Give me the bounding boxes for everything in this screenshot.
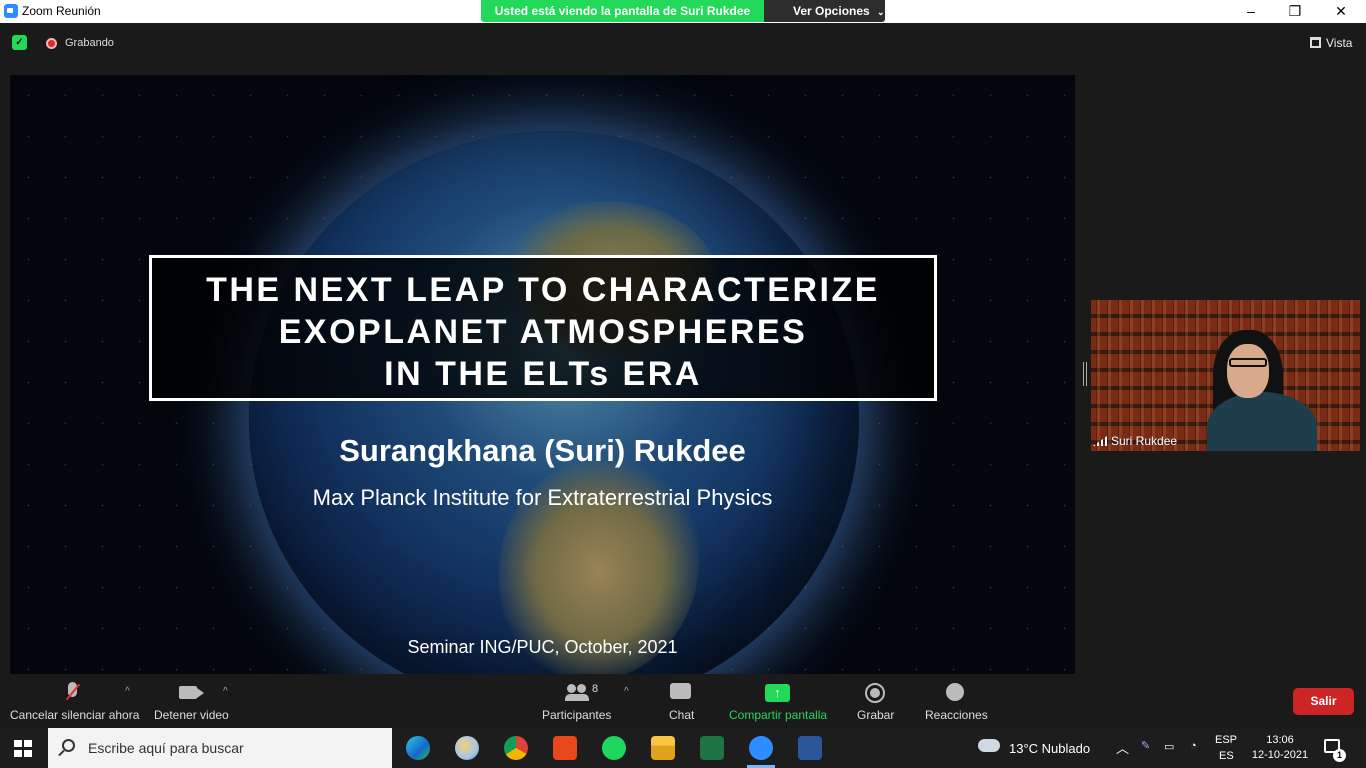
person-glasses xyxy=(1229,358,1267,367)
stop-video-button[interactable]: Detener video xyxy=(154,708,229,722)
chrome-icon[interactable] xyxy=(504,736,528,760)
recording-icon xyxy=(46,38,57,49)
reactions-button[interactable]: Reacciones xyxy=(925,708,988,722)
microphone-muted-icon[interactable] xyxy=(63,682,83,704)
participant-name-tag: Suri Rukdee xyxy=(1093,434,1177,448)
share-screen-button[interactable]: Compartir pantalla xyxy=(729,708,827,722)
notification-badge: 1 xyxy=(1333,749,1346,762)
recording-label: Grabando xyxy=(65,37,114,49)
share-screen-icon[interactable]: ↑ xyxy=(765,684,790,702)
battery-icon[interactable]: ▭ xyxy=(1164,740,1174,753)
slide-title-box: THE NEXT LEAP TO CHARACTERIZE EXOPLANET … xyxy=(149,255,937,401)
close-button[interactable]: ✕ xyxy=(1318,0,1364,23)
slide-seminar: Seminar ING/PUC, October, 2021 xyxy=(407,637,678,657)
slide-institution: Max Planck Institute for Extraterrestria… xyxy=(312,485,773,510)
chat-icon[interactable] xyxy=(670,683,691,699)
excel-icon[interactable] xyxy=(700,736,724,760)
taskbar-search-input[interactable]: Escribe aquí para buscar xyxy=(48,728,392,768)
participants-icon[interactable] xyxy=(565,684,589,701)
record-button[interactable]: Grabar xyxy=(857,708,894,722)
view-options-button[interactable]: Ver Opciones ⌄ xyxy=(764,0,885,22)
view-grid-icon[interactable] xyxy=(1310,37,1321,48)
reactions-icon[interactable] xyxy=(946,683,964,701)
view-options-label: Ver Opciones xyxy=(793,4,870,18)
weather-cloud-icon[interactable] xyxy=(978,739,1000,752)
pen-icon[interactable]: ✎ xyxy=(1141,739,1150,752)
spotify-icon[interactable] xyxy=(602,736,626,760)
windows-start-icon[interactable] xyxy=(14,740,32,757)
office-icon[interactable] xyxy=(553,736,577,760)
video-options-caret[interactable]: ^ xyxy=(223,686,228,697)
weather-text[interactable]: 13°C Nublado xyxy=(1009,741,1090,756)
tray-chevron-up-icon[interactable]: ︿ xyxy=(1116,738,1129,757)
participants-button[interactable]: Participantes xyxy=(542,708,611,722)
mute-button[interactable]: Cancelar silenciar ahora xyxy=(10,708,139,722)
slide-title-line: THE NEXT LEAP TO CHARACTERIZE xyxy=(206,271,880,309)
slide-title-line: EXOPLANET ATMOSPHERES xyxy=(278,313,808,351)
word-icon[interactable] xyxy=(798,736,822,760)
person-face xyxy=(1227,344,1269,398)
wifi-icon[interactable]: ◔ xyxy=(1190,740,1197,752)
edge-icon[interactable] xyxy=(406,736,430,760)
language-indicator-sub[interactable]: ES xyxy=(1219,750,1234,762)
language-indicator[interactable]: ESP xyxy=(1215,734,1237,746)
search-icon xyxy=(62,739,75,752)
paint-icon[interactable] xyxy=(455,736,479,760)
video-camera-icon[interactable] xyxy=(179,686,197,699)
panel-resize-handle[interactable] xyxy=(1083,362,1087,386)
record-icon[interactable] xyxy=(865,683,885,703)
view-button[interactable]: Vista xyxy=(1326,36,1352,50)
shared-screen-slide: THE NEXT LEAP TO CHARACTERIZE EXOPLANET … xyxy=(10,75,1075,674)
clock-time: 13:06 xyxy=(1266,734,1294,746)
chat-button[interactable]: Chat xyxy=(669,708,694,722)
maximize-button[interactable]: ❐ xyxy=(1272,0,1318,23)
security-shield-icon[interactable]: ✓ xyxy=(12,35,27,50)
file-explorer-icon[interactable] xyxy=(651,736,675,760)
zoom-app-icon[interactable] xyxy=(749,736,773,760)
participants-count: 8 xyxy=(592,683,599,695)
participant-video[interactable] xyxy=(1091,300,1360,451)
slide-author: Surangkhana (Suri) Rukdee xyxy=(339,433,746,468)
window-title: Zoom Reunión xyxy=(22,4,101,18)
participant-name: Suri Rukdee xyxy=(1111,434,1178,448)
share-banner: Usted está viendo la pantalla de Suri Ru… xyxy=(481,0,764,22)
minimize-button[interactable]: – xyxy=(1228,0,1274,23)
taskbar-clock[interactable]: 13:06 12-10-2021 xyxy=(1250,733,1310,763)
leave-meeting-button[interactable]: Salir xyxy=(1293,688,1354,715)
chevron-down-icon: ⌄ xyxy=(877,7,885,17)
mute-options-caret[interactable]: ^ xyxy=(125,686,130,697)
clock-date: 12-10-2021 xyxy=(1251,749,1309,761)
participants-options-caret[interactable]: ^ xyxy=(624,686,629,697)
zoom-logo-icon xyxy=(4,4,18,18)
slide-title-line: IN THE ELTs ERA xyxy=(384,355,702,393)
signal-strength-icon xyxy=(1093,436,1107,446)
